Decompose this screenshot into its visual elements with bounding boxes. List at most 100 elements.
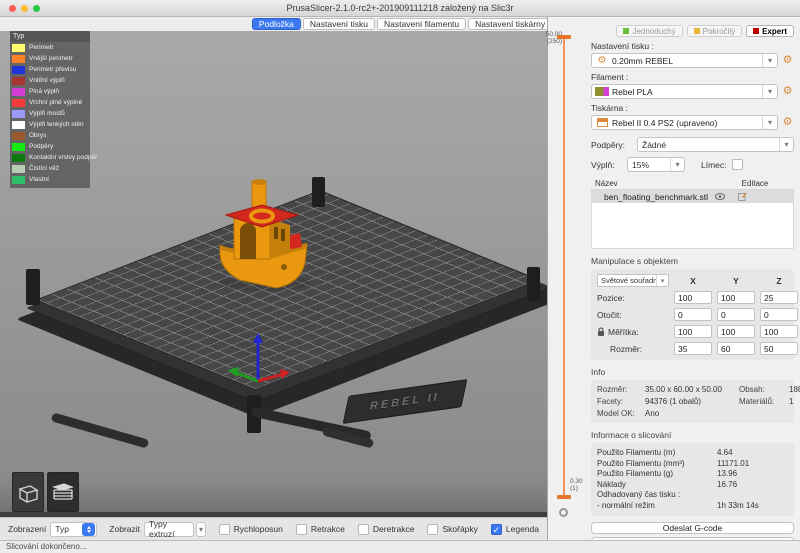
edit-object-icon[interactable] (738, 192, 747, 201)
size-x-input[interactable] (674, 342, 712, 355)
printer-gear-button[interactable]: ⚙ (781, 117, 794, 128)
color-swatch (12, 154, 25, 162)
rotate-z-input[interactable] (760, 308, 798, 321)
layer-slider-track[interactable] (563, 39, 565, 497)
view-type-combo[interactable]: Typ (50, 522, 97, 537)
facets-info-value: 94376 (1 obalů) (645, 397, 737, 406)
preview-layers-view-button[interactable] (47, 472, 79, 512)
layer-slider-gear-icon[interactable] (559, 508, 568, 517)
travel-checkbox-group: Rychloposun (219, 524, 283, 535)
shells-checkbox[interactable] (427, 524, 438, 535)
eye-icon[interactable] (715, 193, 725, 200)
chevron-down-icon[interactable]: ▾ (656, 275, 668, 286)
facets-info-label: Facety: (597, 397, 643, 406)
legend-title: Typ (10, 31, 90, 42)
stepper-icon[interactable] (82, 523, 95, 536)
size-label: Rozměr: (597, 344, 669, 354)
brim-checkbox[interactable] (732, 159, 743, 170)
3d-viewport[interactable]: REBEL II Typ Perimetr Vnější perimetr Pe… (0, 31, 547, 517)
tab-printer-settings[interactable]: Nastavení tiskárny (468, 18, 552, 30)
mode-simple-button[interactable]: Jednoduchý (616, 25, 682, 37)
object-list[interactable]: ben_floating_benchmark.stl (591, 189, 794, 249)
infill-label: Výplň: (591, 160, 627, 170)
benchy-model[interactable] (212, 175, 316, 293)
mode-advanced-button[interactable]: Pokročilý (687, 25, 742, 37)
layer-slider: 50.00 (250) 0.30 (1) (548, 17, 590, 540)
chevron-down-icon[interactable]: ▾ (670, 158, 684, 171)
filament-combo[interactable]: Rebel PLA ▾ (591, 84, 778, 99)
printer-icon (592, 118, 612, 127)
bed-name-plate-label: REBEL II (369, 390, 441, 412)
layer-slider-upper-handle[interactable] (557, 35, 571, 39)
object-list-row[interactable]: ben_floating_benchmark.stl (592, 190, 793, 203)
print-settings-gear-button[interactable]: ⚙ (781, 55, 794, 66)
chevron-down-icon[interactable]: ▾ (762, 85, 777, 98)
materials-info-label: Materiálů: (739, 397, 787, 406)
coordinate-system-combo[interactable]: Světové souřadnice ▾ (597, 274, 669, 287)
position-z-input[interactable] (760, 291, 798, 304)
color-swatch (12, 77, 25, 85)
print-settings-label: Nastavení tisku : (591, 41, 794, 51)
tab-print-settings[interactable]: Nastavení tisku (303, 18, 375, 30)
title-bar: PrusaSlicer-2.1.0-rc2+-201909111218 zalo… (0, 0, 800, 17)
mode-expert-button[interactable]: Expert (746, 25, 794, 37)
chevron-down-icon[interactable]: ▾ (779, 138, 793, 151)
position-y-input[interactable] (717, 291, 755, 304)
color-swatch (12, 88, 25, 96)
tab-bar: Podložka Nastavení tisku Nastavení filam… (0, 17, 578, 31)
size-y-input[interactable] (717, 342, 755, 355)
position-x-input[interactable] (674, 291, 712, 304)
color-swatch (12, 66, 25, 74)
size-z-input[interactable] (760, 342, 798, 355)
chevron-down-icon[interactable]: ▾ (196, 522, 206, 537)
rotate-x-input[interactable] (674, 308, 712, 321)
scale-label: Měřítka: (597, 327, 669, 337)
tab-group: Podložka Nastavení tisku Nastavení filam… (252, 18, 552, 30)
chevron-down-icon[interactable]: ▾ (762, 116, 777, 129)
legend-item: Čistící věž (10, 163, 90, 174)
infill-combo[interactable]: 15% ▾ (627, 157, 685, 172)
legend-item: Podpěry (10, 141, 90, 152)
rotate-y-input[interactable] (717, 308, 755, 321)
3d-editor-view-button[interactable] (12, 472, 44, 512)
filament-gear-button[interactable]: ⚙ (781, 86, 794, 97)
supports-combo[interactable]: Žádné ▾ (637, 137, 794, 152)
mode-selector: Jednoduchý Pokročilý Expert (591, 25, 794, 37)
axis-y-header: Y (717, 276, 755, 286)
tab-filament-settings[interactable]: Nastavení filamentu (377, 18, 466, 30)
color-swatch (12, 143, 25, 151)
layer-slider-lower-handle[interactable] (557, 495, 571, 499)
chevron-down-icon[interactable]: ▾ (762, 54, 777, 67)
lock-icon[interactable] (597, 327, 605, 337)
sidebar-content: Jednoduchý Pokročilý Expert Nastavení ti… (591, 17, 794, 540)
legend-item: Vlastní (10, 174, 90, 185)
preview-toolbar: Zobrazení Typ Zobrazit Typy extruzí ▾ Ry… (0, 517, 547, 540)
position-label: Pozice: (597, 293, 669, 303)
scale-z-input[interactable] (760, 325, 798, 338)
show-features-combo[interactable]: Typy extruzí (144, 522, 194, 537)
legend-item: Vnitřní výplň (10, 75, 90, 86)
legend-item: Výplň mostů (10, 108, 90, 119)
info-title: Info (591, 367, 794, 377)
print-settings-combo[interactable]: ⚙ 0.20mm REBEL ▾ (591, 53, 778, 68)
scale-y-input[interactable] (717, 325, 755, 338)
expert-mode-icon (753, 28, 759, 34)
retractions-checkbox[interactable] (296, 524, 307, 535)
retractions-checkbox-group: Retrakce (296, 524, 345, 535)
printer-combo[interactable]: Rebel II 0.4 PS2 (upraveno) ▾ (591, 115, 778, 130)
manifold-info-value: Ano (645, 409, 737, 418)
slice-info-panel: Použito Filamentu (m)4.64 Použito Filame… (591, 443, 794, 516)
color-swatch (12, 55, 25, 63)
legend-item: Vrchní plné výplně (10, 97, 90, 108)
send-gcode-button[interactable]: Odeslat G-code (591, 522, 794, 534)
scale-x-input[interactable] (674, 325, 712, 338)
materials-info-value: 1 (789, 397, 800, 406)
legend-checkbox[interactable]: ✓ (491, 524, 502, 535)
travel-checkbox[interactable] (219, 524, 230, 535)
object-list-header: Název Editace (591, 178, 794, 189)
color-swatch (12, 132, 25, 140)
unretractions-checkbox[interactable] (358, 524, 369, 535)
bed-corner-bracket (26, 269, 40, 305)
size-info-label: Rozměr: (597, 385, 643, 394)
tab-plater[interactable]: Podložka (252, 18, 301, 30)
